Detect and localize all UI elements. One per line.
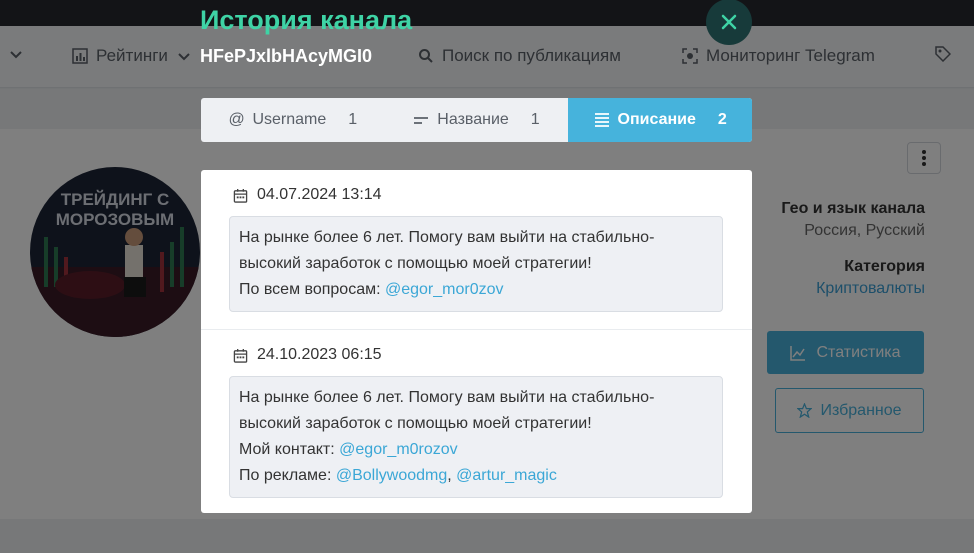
tab-username[interactable]: @ Username 1 xyxy=(201,98,385,142)
modal-close-button[interactable] xyxy=(706,0,752,45)
history-entry: 04.07.2024 13:14 На рынке более 6 лет. П… xyxy=(201,170,752,329)
tab-description-label: Описание xyxy=(617,111,696,128)
close-icon xyxy=(721,14,737,30)
tab-title-count: 1 xyxy=(530,111,540,128)
tab-username-label: Username xyxy=(252,111,327,128)
entry-date-text: 04.07.2024 13:14 xyxy=(257,186,382,203)
entry-line: Мой контакт: @egor_m0rozov xyxy=(239,441,458,458)
entry-line: На рынке более 6 лет. Помогу вам выйти н… xyxy=(239,389,655,406)
history-tabs: @ Username 1 Название 1 Описание 2 xyxy=(201,98,752,142)
history-entry: 24.10.2023 06:15 На рынке более 6 лет. П… xyxy=(201,329,752,513)
entry-line: На рынке более 6 лет. Помогу вам выйти н… xyxy=(239,229,655,246)
mention-link[interactable]: @egor_mor0zov xyxy=(385,281,504,298)
paragraph-lines-icon xyxy=(594,113,609,127)
tab-description[interactable]: Описание 2 xyxy=(568,98,752,142)
tab-username-count: 1 xyxy=(348,111,358,128)
modal-title: История канала xyxy=(200,5,413,35)
tab-title[interactable]: Название 1 xyxy=(385,98,569,142)
tab-description-count: 2 xyxy=(717,111,727,128)
entry-date-text: 24.10.2023 06:15 xyxy=(257,346,382,363)
entry-date: 04.07.2024 13:14 xyxy=(233,186,382,204)
entry-line: По всем вопросам: @egor_mor0zov xyxy=(239,281,504,298)
entry-description: На рынке более 6 лет. Помогу вам выйти н… xyxy=(229,216,723,312)
calendar-icon xyxy=(233,188,248,203)
description-history: 04.07.2024 13:14 На рынке более 6 лет. П… xyxy=(201,170,752,513)
entry-description: На рынке более 6 лет. Помогу вам выйти н… xyxy=(229,376,723,498)
entry-line: По рекламе: @Bollywoodmg, @artur_magic xyxy=(239,467,557,484)
mention-link[interactable]: @Bollywoodmg xyxy=(336,467,447,484)
entry-line: высокий заработок с помощью моей стратег… xyxy=(239,255,592,272)
mention-link[interactable]: @egor_m0rozov xyxy=(339,441,458,458)
tab-title-label: Название xyxy=(437,111,509,128)
entry-date: 24.10.2023 06:15 xyxy=(233,346,382,364)
mention-link[interactable]: @artur_magic xyxy=(456,467,557,484)
modal-subtitle: HFePJxlbHAcyMGI0 xyxy=(200,46,373,66)
at-icon: @ xyxy=(228,111,245,128)
calendar-icon xyxy=(233,348,248,363)
entry-line: высокий заработок с помощью моей стратег… xyxy=(239,415,592,432)
short-lines-icon xyxy=(414,117,429,124)
